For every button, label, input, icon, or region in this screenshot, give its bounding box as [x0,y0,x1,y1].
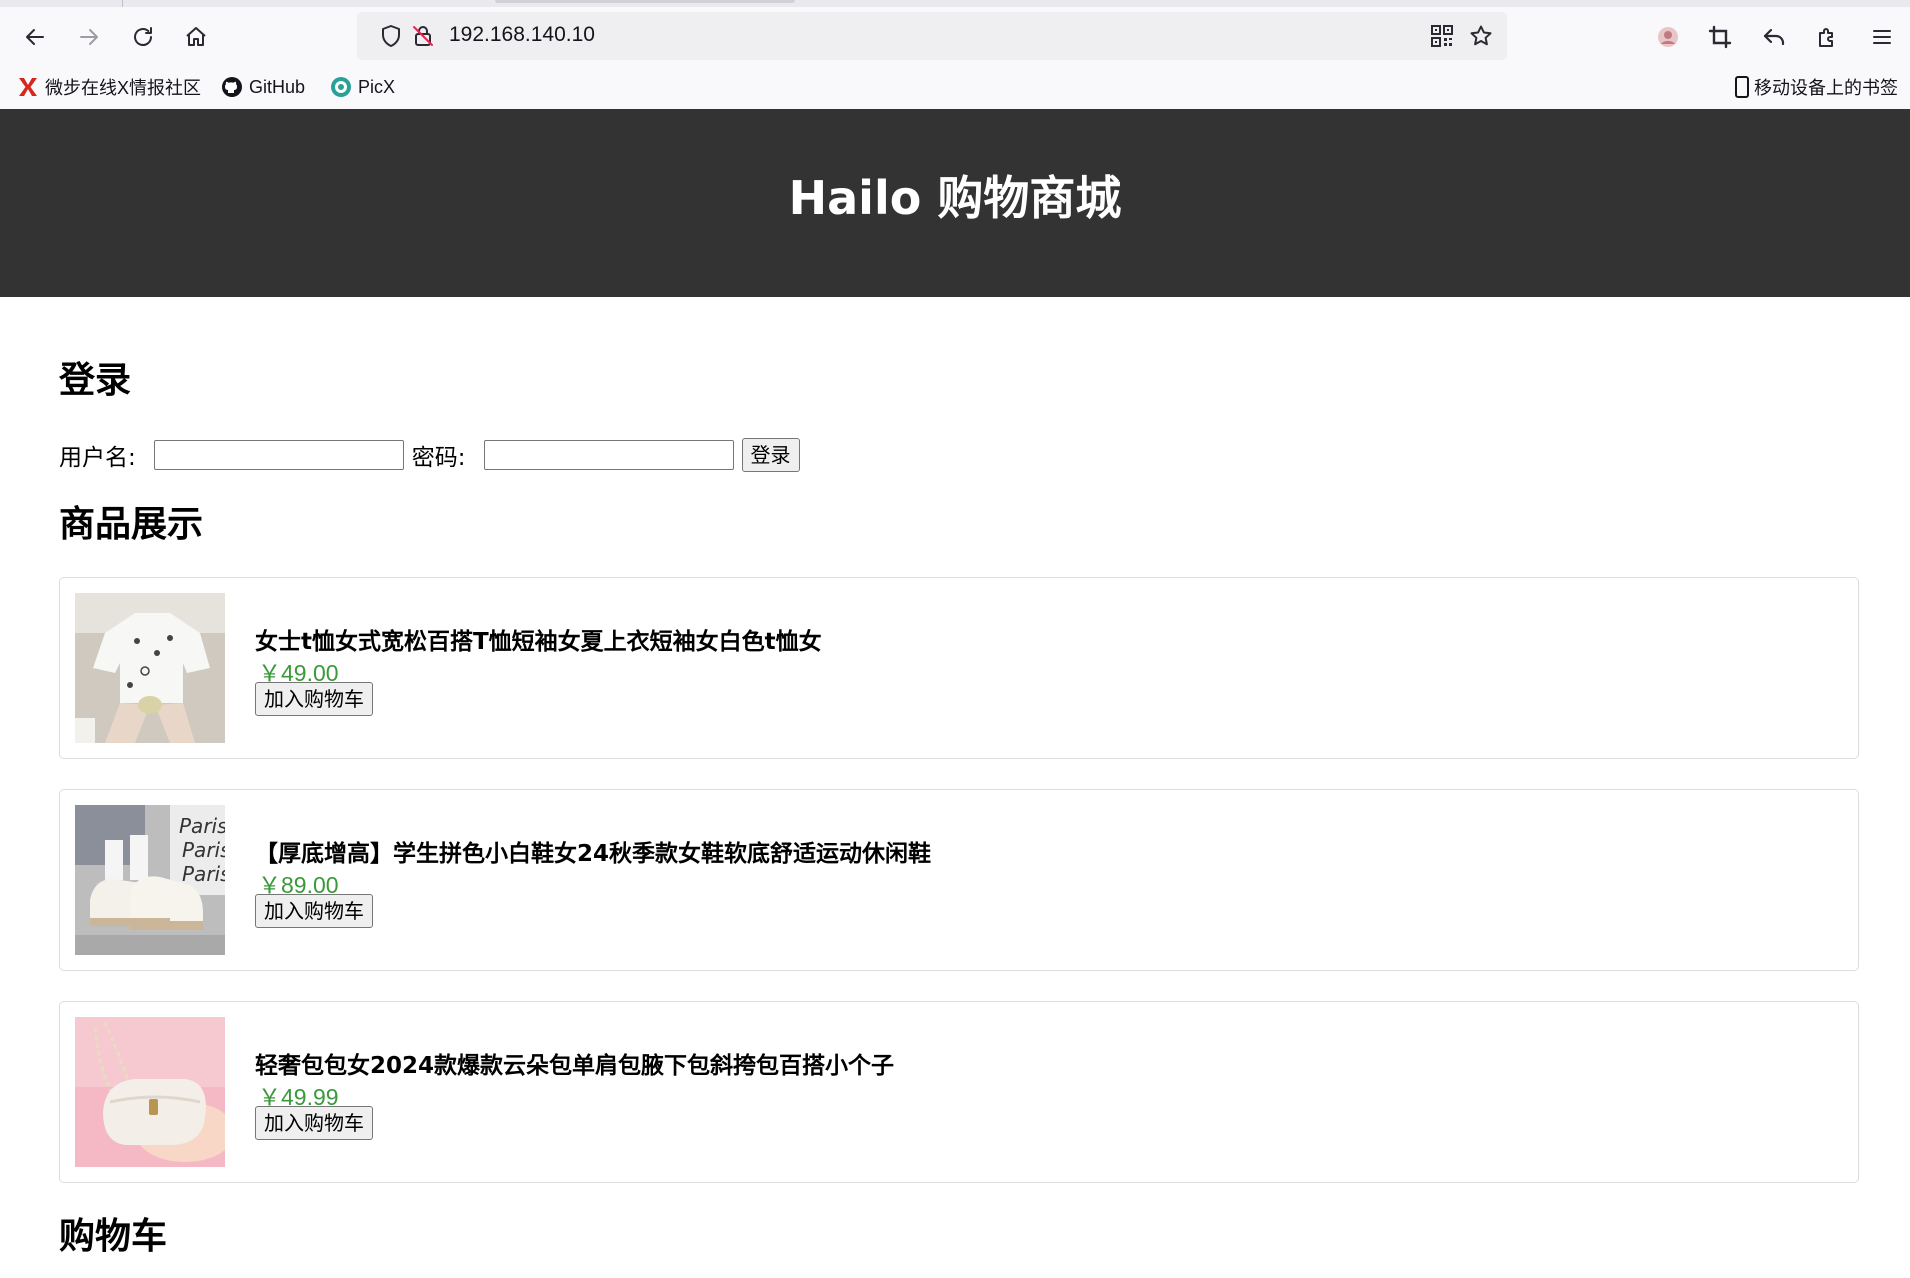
login-heading: 登录 [59,360,132,401]
arrow-right-icon [80,29,98,45]
product-image-sneakers[interactable]: Paris Paris Paris [75,805,225,955]
forward-button[interactable] [70,18,108,56]
menu-button[interactable] [1863,18,1901,56]
add-to-cart-button[interactable]: 加入购物车 [255,1106,373,1140]
svg-text:Paris: Paris [182,838,225,862]
bookmark-picx[interactable]: PicX [330,74,395,100]
bookmark-threatbook[interactable]: 微步在线X情报社区 [17,74,201,100]
bookmark-label: GitHub [249,76,306,97]
insecure-lock-icon[interactable] [411,24,435,48]
bookmark-label: 移动设备上的书签 [1754,78,1898,98]
shield-icon[interactable] [379,24,403,48]
home-button[interactable] [177,18,215,56]
bookmark-label: 微步在线X情报社区 [45,78,202,98]
cart-heading: 购物车 [59,1216,168,1257]
login-form: 用户名: 密码: 登录 [59,437,800,473]
white-sneakers-photo: Paris Paris Paris [75,805,225,955]
bookmark-star-icon[interactable] [1469,24,1493,48]
add-to-cart-button[interactable]: 加入购物车 [255,894,373,928]
bookmarks-toolbar: 微步在线X情报社区 GitHub PicX 移动设备上的书签 [0,70,1910,104]
username-label: 用户名: [59,445,136,471]
reload-icon [134,27,152,46]
x-logo-icon [19,78,37,96]
add-to-cart-button[interactable]: 加入购物车 [255,682,373,716]
url-text[interactable]: 192.168.140.10 [449,23,595,47]
username-input[interactable] [153,440,404,470]
arrow-left-icon [26,29,44,45]
site-title: Hailo 购物商城 [788,171,1122,225]
github-icon [222,77,242,97]
white-tshirt-photo [75,593,225,743]
product-name: 轻奢包包女2024款爆款云朵包单肩包腋下包斜挎包百搭小个子 [255,1053,895,1079]
undo-arrow-icon [1763,28,1785,46]
bookmark-label: PicX [358,76,396,97]
product-name: 女士t恤女式宽松百搭T恤短袖女夏上衣短袖女白色t恤女 [255,629,822,655]
puzzle-icon [1819,28,1833,47]
crop-icon [1708,25,1732,49]
undo-button[interactable] [1755,18,1793,56]
product-image-tshirt[interactable] [75,593,225,743]
products-heading: 商品展示 [59,504,204,545]
product-image-handbag[interactable] [75,1017,225,1167]
crop-screenshot-button[interactable] [1701,18,1739,56]
site-header: Hailo 购物商城 [0,109,1910,297]
tab-strip [0,0,1910,7]
mobile-device-icon [1735,76,1749,98]
svg-text:Paris: Paris [182,862,225,886]
active-tab[interactable] [495,0,795,3]
product-card: Paris Paris Paris 【厚底增高】学生拼色小白鞋女24秋季款女鞋软… [59,789,1859,971]
product-card: 轻奢包包女2024款爆款云朵包单肩包腋下包斜挎包百搭小个子 ￥49.99 加入购… [59,1001,1859,1183]
back-button[interactable] [16,18,54,56]
password-input[interactable] [483,440,734,470]
mobile-bookmarks-folder[interactable]: 移动设备上的书签 [1734,74,1898,100]
qr-code-icon[interactable] [1430,24,1454,48]
product-name: 【厚底增高】学生拼色小白鞋女24秋季款女鞋软底舒适运动休闲鞋 [255,841,932,867]
white-handbag-photo [75,1017,225,1167]
login-button[interactable]: 登录 [741,438,800,472]
bookmark-github[interactable]: GitHub [221,74,305,100]
tab-separator [122,0,123,7]
avatar-icon [1658,27,1678,47]
reload-button[interactable] [124,18,162,56]
profile-button[interactable] [1649,18,1687,56]
home-icon [186,27,206,46]
product-card: 女士t恤女式宽松百搭T恤短袖女夏上衣短袖女白色t恤女 ￥49.00 加入购物车 [59,577,1859,759]
hamburger-menu-icon [1873,30,1891,44]
picx-icon [331,77,351,97]
extensions-button[interactable] [1809,18,1847,56]
browser-toolbar: 192.168.140.10 微步在线X情报社区 GitHub PicX 移动设 [0,0,1910,109]
address-bar[interactable]: 192.168.140.10 [357,12,1507,60]
svg-text:Paris: Paris [179,814,225,838]
password-label: 密码: [411,445,466,471]
